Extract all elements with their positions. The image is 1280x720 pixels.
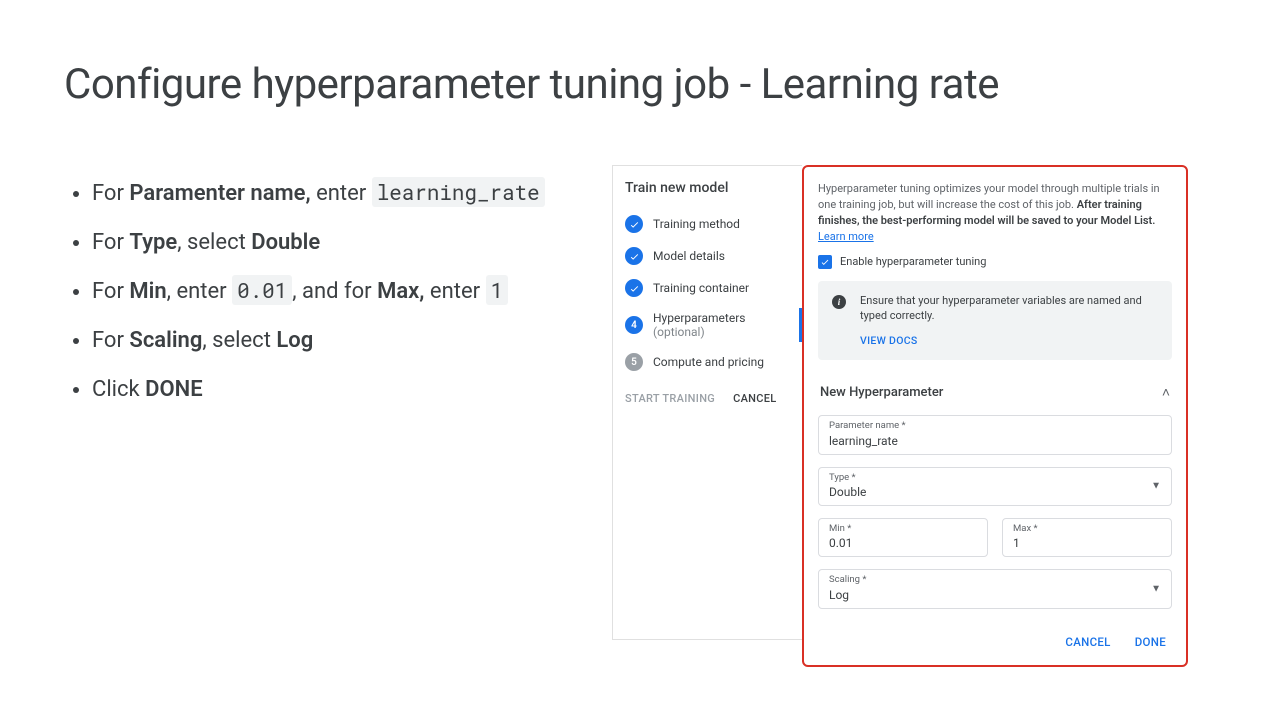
check-icon [625, 247, 643, 265]
step-training-method[interactable]: Training method [613, 208, 802, 240]
chevron-up-icon: ˄ [1162, 384, 1170, 401]
cancel-button[interactable]: CANCEL [1065, 635, 1110, 649]
checkbox-label: Enable hyperparameter tuning [840, 255, 986, 268]
field-value: 1 [1013, 535, 1161, 550]
instruction-list: For Paramenter name, enter learning_rate… [64, 165, 584, 418]
scaling-select[interactable]: Scaling * Log ▼ [818, 569, 1172, 608]
info-callout: i Ensure that your hyperparameter variab… [818, 281, 1172, 360]
bullet-scaling: For Scaling, select Log [92, 321, 584, 362]
checkbox-checked-icon [818, 255, 832, 269]
step-hyperparameters[interactable]: 4 Hyperparameters (optional) [613, 304, 802, 346]
field-value: Log [829, 587, 1161, 602]
field-value: learning_rate [829, 433, 1161, 448]
bullet-done: Click DONE [92, 370, 584, 411]
learn-more-link[interactable]: Learn more [818, 230, 874, 243]
section-header[interactable]: New Hyperparameter ˄ [818, 378, 1172, 415]
slide-title: Configure hyperparameter tuning job - Le… [64, 60, 1216, 109]
min-field[interactable]: Min * 0.01 [818, 518, 988, 557]
hyperparameter-form-panel: Hyperparameter tuning optimizes your mod… [802, 165, 1188, 667]
stepper-title: Train new model [613, 166, 802, 208]
field-label: Max * [1013, 523, 1161, 535]
wizard-stepper: Train new model Training method Model de… [612, 165, 802, 640]
step-training-container[interactable]: Training container [613, 272, 802, 304]
check-icon [625, 215, 643, 233]
parameter-name-field[interactable]: Parameter name * learning_rate [818, 415, 1172, 454]
step-number-icon: 5 [625, 353, 643, 371]
dropdown-arrow-icon: ▼ [1151, 583, 1161, 594]
step-compute-pricing[interactable]: 5 Compute and pricing [613, 346, 802, 378]
field-label: Parameter name * [829, 420, 1161, 432]
bullet-min-max: For Min, enter 0.01, and for Max, enter … [92, 271, 584, 313]
field-value: Double [829, 484, 1161, 499]
enable-tuning-checkbox[interactable]: Enable hyperparameter tuning [818, 255, 1172, 269]
dropdown-arrow-icon: ▼ [1151, 481, 1161, 492]
ui-screenshot: Train new model Training method Model de… [612, 165, 1188, 667]
field-value: 0.01 [829, 535, 977, 550]
field-label: Type * [829, 472, 1161, 484]
view-docs-link[interactable]: VIEW DOCS [860, 334, 1158, 349]
stepper-cancel-button[interactable]: CANCEL [733, 392, 776, 405]
step-number-icon: 4 [625, 316, 643, 334]
done-button[interactable]: DONE [1135, 635, 1166, 649]
bullet-param-name: For Paramenter name, enter learning_rate [92, 173, 584, 215]
info-icon: i [832, 295, 846, 309]
max-field[interactable]: Max * 1 [1002, 518, 1172, 557]
type-select[interactable]: Type * Double ▼ [818, 467, 1172, 506]
check-icon [625, 279, 643, 297]
panel-description: Hyperparameter tuning optimizes your mod… [818, 181, 1172, 245]
step-model-details[interactable]: Model details [613, 240, 802, 272]
field-label: Min * [829, 523, 977, 535]
code-learning-rate: learning_rate [372, 177, 545, 207]
field-label: Scaling * [829, 574, 1161, 586]
bullet-type: For Type, select Double [92, 223, 584, 264]
start-training-button[interactable]: START TRAINING [625, 392, 715, 405]
